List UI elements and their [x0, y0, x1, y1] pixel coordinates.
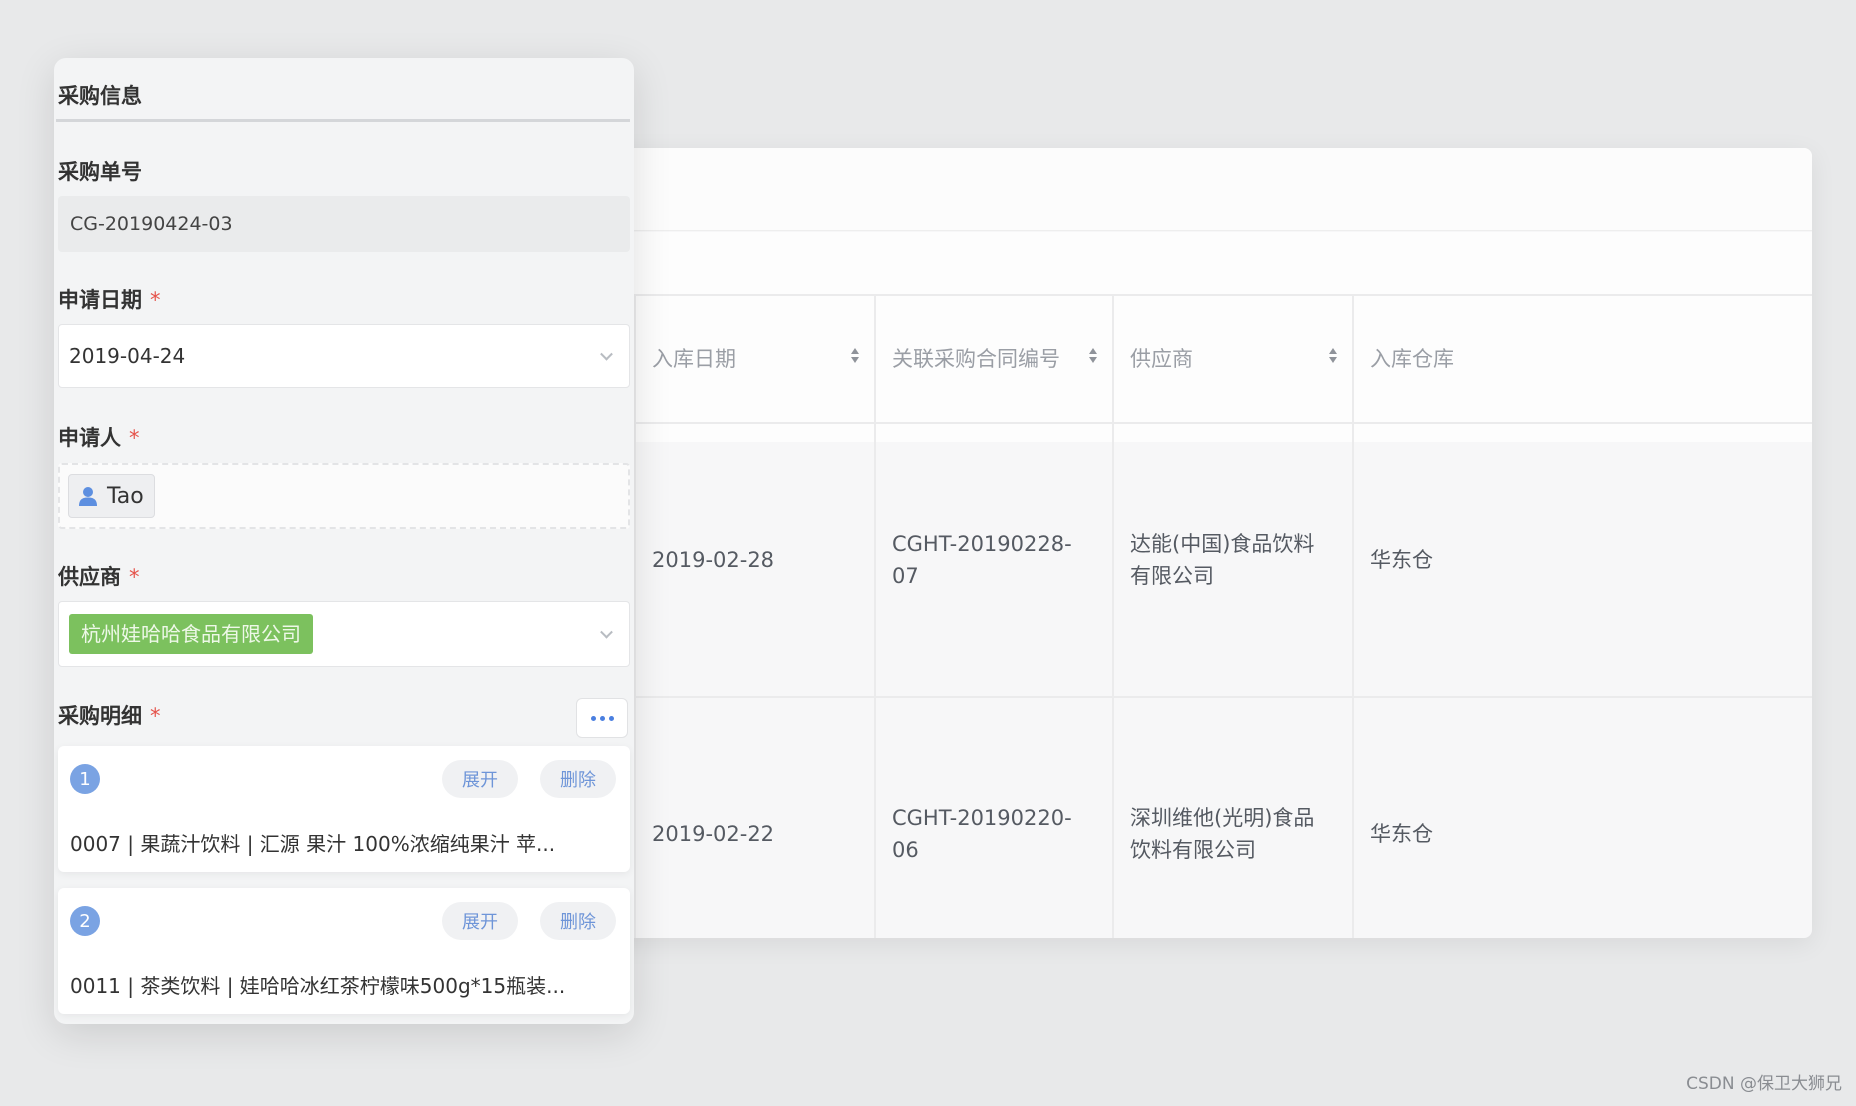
table-cell-date: 2019-02-28 [652, 548, 775, 572]
records-table-card: 入库日期 关联采购合同编号 供应商 入库仓库 3-10 2019-02-28 C… [560, 148, 1812, 938]
sort-icon[interactable] [1088, 348, 1098, 366]
table-cell-contract: CGHT-20190228-07 [892, 532, 1072, 588]
table-cell-supplier: 深圳维他(光明)食品饮料有限公司 [1130, 806, 1315, 862]
column-header-label: 关联采购合同编号 [892, 347, 1060, 371]
details-label: 采购明细 * [58, 704, 161, 728]
watermark: CSDN @保卫大狮兄 [1686, 1074, 1842, 1094]
required-mark: * [129, 426, 140, 450]
table-toolbar-area [560, 148, 1812, 231]
more-icon [590, 715, 596, 721]
column-header-contract[interactable]: 关联采购合同编号 [876, 294, 1112, 422]
expand-button[interactable]: 展开 [442, 902, 518, 940]
column-header-label: 供应商 [1130, 347, 1193, 371]
required-mark: * [129, 565, 140, 589]
detail-item-card: 2 展开 删除 0011 | 茶类饮料 | 娃哈哈冰红茶柠檬味500g*15瓶装… [58, 888, 630, 1014]
applicant-chip[interactable]: Tao [68, 474, 155, 518]
item-description: 0011 | 茶类饮料 | 娃哈哈冰红茶柠檬味500g*15瓶装... [70, 974, 566, 998]
delete-button[interactable]: 删除 [540, 760, 616, 798]
purchase-form-panel: 采购信息 采购单号 CG-20190424-03 申请日期 * 2019-04-2… [54, 58, 634, 1024]
table-cell-date: 2019-02-22 [652, 822, 775, 846]
applicant-name: Tao [107, 483, 144, 509]
sort-icon[interactable] [850, 348, 860, 366]
column-header-label: 入库日期 [652, 347, 736, 371]
column-header-warehouse[interactable]: 入库仓库 [1354, 294, 1594, 422]
table-cell-warehouse: 华东仓 [1370, 548, 1433, 572]
table-cell-supplier: 达能(中国)食品饮料有限公司 [1130, 532, 1315, 588]
chevron-down-icon [600, 625, 613, 639]
apply-date-label: 申请日期 * [58, 288, 161, 312]
sort-icon[interactable] [1328, 348, 1338, 366]
column-header-supplier[interactable]: 供应商 [1114, 294, 1352, 422]
item-number-badge: 2 [70, 906, 100, 936]
order-no-field: CG-20190424-03 [58, 196, 630, 252]
detail-item-card: 1 展开 删除 0007 | 果蔬汁饮料 | 汇源 果汁 100%浓缩纯果汁 苹… [58, 746, 630, 872]
table-cell-contract: CGHT-20190220-06 [892, 806, 1072, 862]
more-options-button[interactable] [576, 698, 628, 738]
item-description: 0007 | 果蔬汁饮料 | 汇源 果汁 100%浓缩纯果汁 苹... [70, 832, 556, 856]
table-cell-warehouse: 华东仓 [1370, 822, 1433, 846]
supplier-label: 供应商 * [58, 565, 140, 589]
applicant-field[interactable]: Tao [58, 463, 630, 529]
more-icon [599, 715, 605, 721]
supplier-tag[interactable]: 杭州娃哈哈食品有限公司 [69, 614, 313, 654]
column-header-date[interactable]: 入库日期 [636, 294, 874, 422]
required-mark: * [150, 704, 161, 728]
required-mark: * [150, 288, 161, 312]
user-icon [79, 487, 97, 506]
records-table: 入库日期 关联采购合同编号 供应商 入库仓库 3-10 2019-02-28 C… [560, 294, 1812, 938]
column-header-label: 入库仓库 [1370, 347, 1454, 371]
section-divider [56, 119, 630, 122]
order-no-label: 采购单号 [58, 160, 142, 184]
applicant-label: 申请人 * [58, 426, 140, 450]
delete-button[interactable]: 删除 [540, 902, 616, 940]
supplier-select[interactable]: 杭州娃哈哈食品有限公司 [58, 601, 630, 667]
apply-date-value: 2019-04-24 [69, 344, 186, 368]
item-number-badge: 1 [70, 764, 100, 794]
expand-button[interactable]: 展开 [442, 760, 518, 798]
apply-date-select[interactable]: 2019-04-24 [58, 324, 630, 388]
chevron-down-icon [600, 347, 613, 361]
section-title: 采购信息 [58, 84, 142, 108]
more-icon [608, 715, 614, 721]
